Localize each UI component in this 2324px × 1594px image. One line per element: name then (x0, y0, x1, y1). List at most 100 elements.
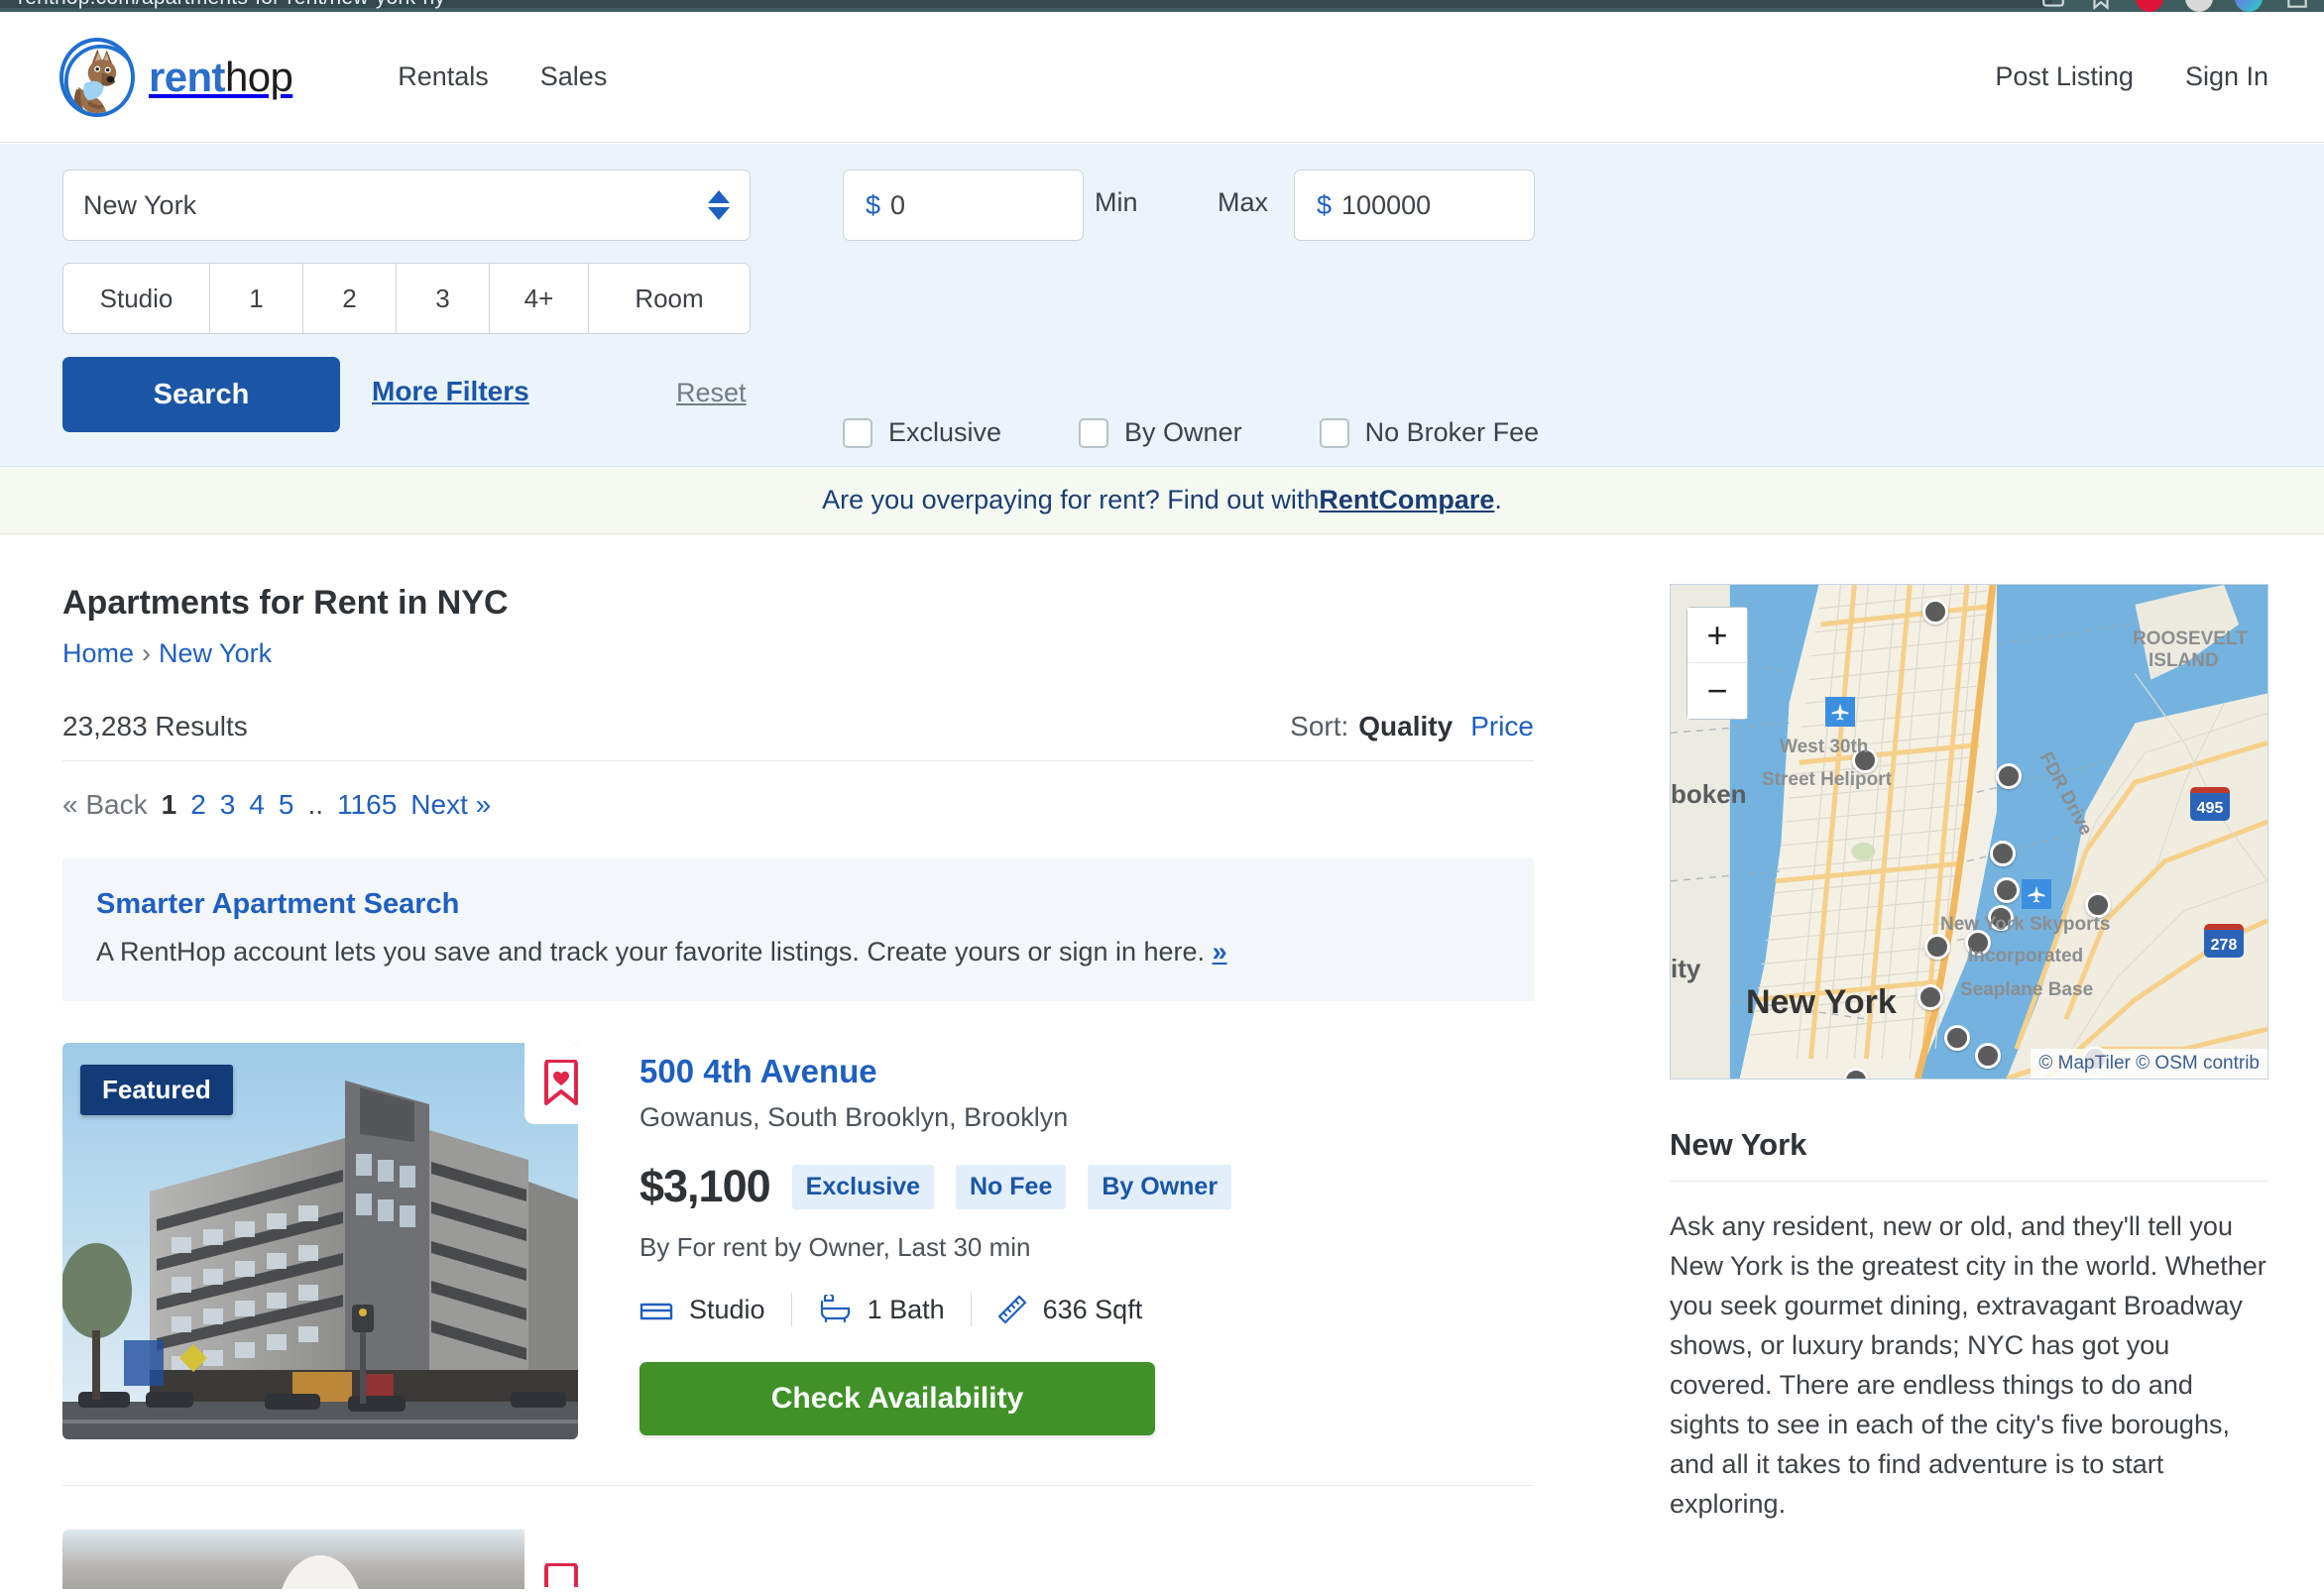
page-content: Apartments for Rent in NYC Home›New York… (0, 534, 2324, 1594)
chevron-updown-icon (708, 190, 730, 220)
price-min-input[interactable]: $ 0 (843, 170, 1084, 241)
sort-option-quality[interactable]: Quality (1358, 711, 1452, 741)
bedroom-option-4plus[interactable]: 4+ (490, 264, 589, 333)
map-zoom-out-button[interactable]: − (1687, 663, 1747, 719)
checkbox-icon[interactable] (843, 418, 872, 448)
bath-icon (818, 1295, 852, 1324)
price-max-value: 100000 (1341, 190, 1431, 221)
nav-item-rentals[interactable]: Rentals (398, 61, 489, 92)
account-promo-box: Smarter Apartment Search A RentHop accou… (62, 858, 1534, 1001)
location-select[interactable]: New York (62, 170, 751, 241)
sign-in-link[interactable]: Sign In (2185, 61, 2268, 92)
ruler-icon (997, 1295, 1027, 1324)
sort-option-price[interactable]: Price (1470, 711, 1534, 741)
map-listing-pin[interactable] (1994, 877, 2020, 903)
listing-sqft: 636 Sqft (997, 1295, 1143, 1325)
account-promo-title: Smarter Apartment Search (96, 888, 1500, 921)
map-zoom-in-button[interactable]: + (1687, 608, 1747, 663)
listing-card[interactable]: Featured 500 4th Avenue Gowanus, South B… (62, 1043, 1534, 1486)
address-bar-url[interactable]: renthop.com/apartments-for-rent/new-york… (18, 0, 445, 10)
rentcompare-link[interactable]: RentCompare (1319, 485, 1494, 515)
breadcrumb-new-york[interactable]: New York (159, 638, 272, 668)
map-attribution[interactable]: © MapTiler © OSM contrib (2031, 1049, 2267, 1079)
map-label-hoboken: boken (1671, 779, 1747, 810)
listing-photo[interactable]: Featured (62, 1043, 578, 1439)
checkbox-icon[interactable] (1079, 418, 1108, 448)
bed-icon (639, 1297, 673, 1322)
pagination-ellipsis: .. (308, 789, 324, 821)
listing-price-row: $3,100 Exclusive No Fee By Owner (639, 1161, 1231, 1212)
checkbox-by-owner[interactable]: By Owner (1079, 417, 1242, 448)
bedroom-option-2[interactable]: 2 (303, 264, 397, 333)
map-listing-pin[interactable] (1975, 1043, 2001, 1069)
seaplane-base-marker-icon (2022, 879, 2051, 909)
reset-link[interactable]: Reset (676, 378, 747, 408)
breadcrumb-home[interactable]: Home (62, 638, 134, 668)
listing-sqft-label: 636 Sqft (1043, 1295, 1143, 1325)
pagination-page-1[interactable]: 1 (162, 789, 177, 821)
search-button[interactable]: Search (62, 357, 340, 432)
bedroom-option-room[interactable]: Room (589, 264, 750, 333)
location-select-value: New York (83, 190, 196, 221)
window-icon[interactable] (2040, 0, 2066, 11)
checkbox-no-broker-fee[interactable]: No Broker Fee (1320, 417, 1540, 448)
pagination-page-4[interactable]: 4 (249, 789, 265, 821)
save-listing-button[interactable] (524, 1043, 578, 1124)
price-max-label: Max (1218, 187, 1268, 218)
listing-tag-no-fee: No Fee (956, 1165, 1066, 1209)
map-listing-pin[interactable] (1922, 599, 1948, 625)
listing-info: 500 4th Avenue Gowanus, South Brooklyn, … (639, 1043, 1231, 1439)
listing-photo[interactable] (62, 1530, 578, 1589)
price-max-input[interactable]: $ 100000 (1294, 170, 1535, 241)
check-availability-button[interactable]: Check Availability (639, 1362, 1155, 1435)
logo-wordmark: renthop (149, 54, 292, 101)
post-listing-link[interactable]: Post Listing (1995, 61, 2134, 92)
profile-avatar-icon[interactable] (2235, 0, 2263, 12)
checkbox-exclusive[interactable]: Exclusive (843, 417, 1001, 448)
price-min-value: 0 (890, 190, 905, 221)
account-promo-arrow[interactable]: » (1213, 937, 1227, 967)
listing-baths: 1 Bath (818, 1295, 945, 1325)
rentcompare-promo-strip: Are you overpaying for rent? Find out wi… (0, 467, 2324, 534)
listing-beds-label: Studio (689, 1295, 765, 1325)
browser-toolbar-icons (2040, 0, 2310, 12)
route-shield-278: 278 (2204, 924, 2244, 958)
dollar-sign-icon: $ (866, 190, 880, 221)
spec-divider (971, 1293, 972, 1326)
pagination-next[interactable]: Next » (410, 789, 491, 821)
pagination-page-3[interactable]: 3 (220, 789, 236, 821)
map-listing-pin[interactable] (1917, 984, 1943, 1010)
renthop-logo[interactable]: renthop (59, 38, 292, 117)
grammarly-extension-icon[interactable] (2185, 0, 2213, 12)
results-column: Apartments for Rent in NYC Home›New York… (62, 584, 1534, 1571)
bookmark-icon[interactable] (2088, 0, 2114, 11)
map-zoom-controls: + − (1686, 607, 1748, 720)
main-nav: Rentals Sales (398, 61, 607, 92)
map-widget[interactable]: + − 495 278 (1670, 584, 2268, 1080)
save-listing-button[interactable] (524, 1530, 598, 1589)
pagination-last-page[interactable]: 1165 (337, 789, 397, 821)
listing-address-link[interactable]: 500 4th Avenue (639, 1053, 1231, 1090)
nav-item-sales[interactable]: Sales (540, 61, 608, 92)
map-listing-pin[interactable] (1944, 1025, 1970, 1051)
pagination-page-5[interactable]: 5 (279, 789, 294, 821)
pinterest-extension-icon[interactable] (2136, 0, 2163, 12)
pagination-page-2[interactable]: 2 (190, 789, 206, 821)
map-listing-pin[interactable] (1924, 934, 1950, 960)
puzzle-extension-icon[interactable] (2284, 0, 2310, 11)
bedroom-option-studio[interactable]: Studio (63, 264, 210, 333)
checkbox-icon[interactable] (1320, 418, 1349, 448)
more-filters-link[interactable]: More Filters (372, 376, 529, 407)
map-label-jersey-city: ity (1671, 954, 1700, 984)
bedroom-option-3[interactable]: 3 (397, 264, 490, 333)
account-promo-body: A RentHop account lets you save and trac… (96, 937, 1500, 968)
listing-card-next-partial[interactable] (62, 1530, 1534, 1571)
map-listing-pin[interactable] (1990, 841, 2016, 866)
pagination-back[interactable]: « Back (62, 789, 148, 821)
map-listing-pin[interactable] (1996, 763, 2022, 789)
site-header: renthop Rentals Sales Post Listing Sign … (0, 12, 2324, 143)
breadcrumb: Home›New York (62, 638, 1534, 669)
bedroom-option-1[interactable]: 1 (210, 264, 303, 333)
map-label-seaplane-base: Seaplane Base (1960, 979, 2093, 1001)
results-header: 23,283 Results Sort:QualityPrice (62, 711, 1534, 761)
